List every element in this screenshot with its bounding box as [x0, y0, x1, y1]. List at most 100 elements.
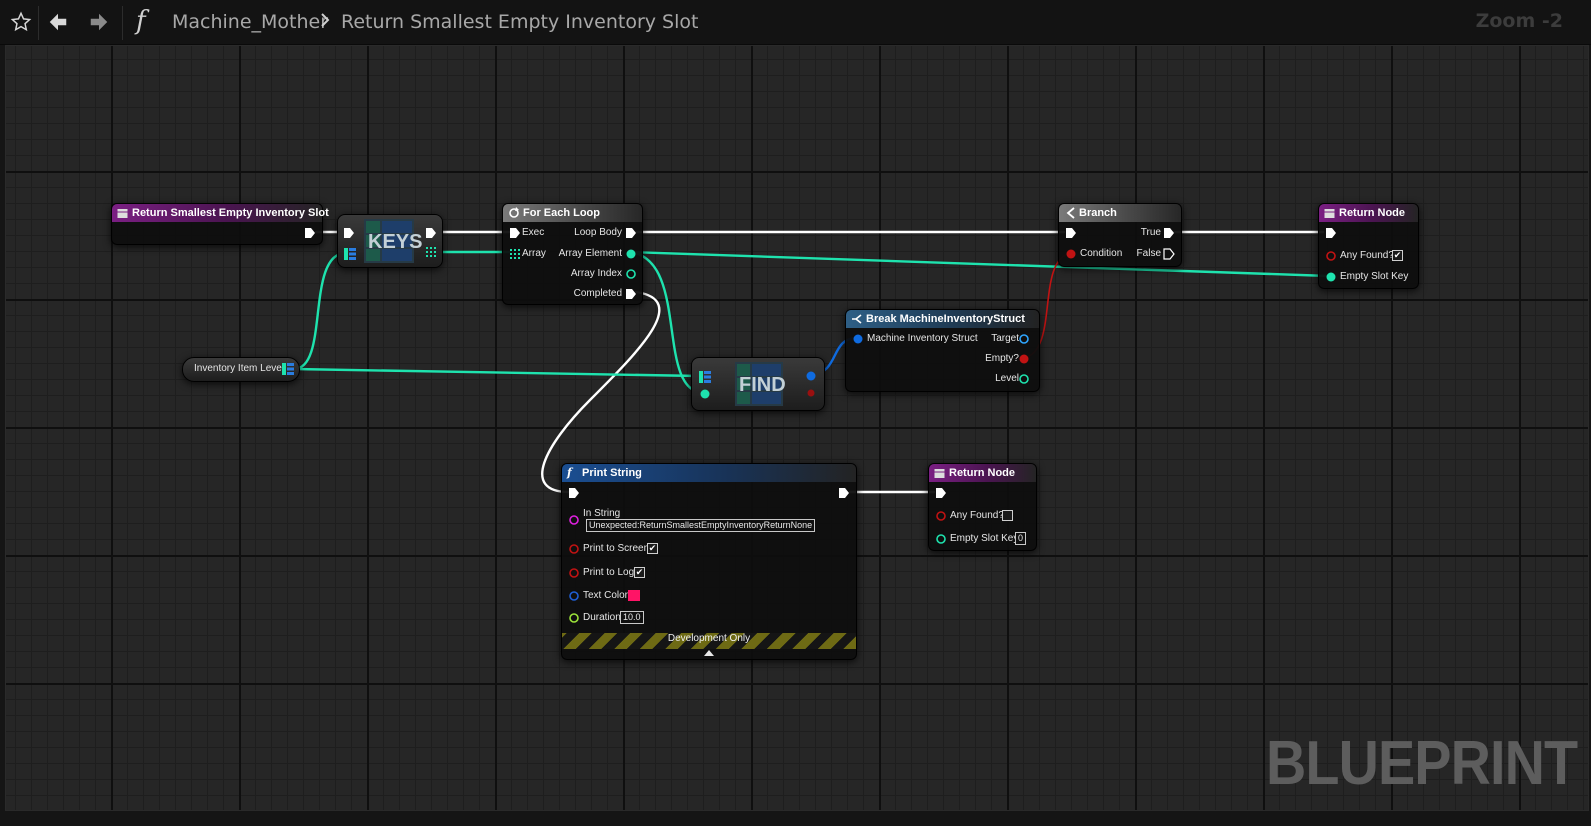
exec-in-pin-icon[interactable] — [343, 227, 355, 239]
bool-in-pin-icon[interactable] — [935, 510, 947, 522]
print-to-log-label: Print to Log — [583, 567, 635, 578]
duration-textbox[interactable]: 10.0 — [620, 611, 644, 624]
function-node-icon — [934, 467, 945, 485]
duration-label: Duration — [583, 612, 621, 623]
function-icon: f — [567, 466, 572, 479]
empty-slot-key-textbox[interactable]: 0 — [1015, 532, 1027, 545]
function-icon: f — [136, 6, 146, 36]
return-node-title: Return Node — [1339, 207, 1405, 219]
find-title: FIND — [739, 374, 786, 396]
blueprint-watermark: BLUEPRINT — [1266, 729, 1578, 798]
in-string-textbox[interactable]: Unexpected:ReturnSmallestEmptyInventoryR… — [586, 519, 816, 532]
break-struct-header: Break MachineInventoryStruct — [846, 310, 1039, 328]
bool-in-pin-icon[interactable] — [568, 543, 580, 555]
toolbar: f Machine_Mother Return Smallest Empty I… — [0, 0, 1591, 45]
function-entry-node[interactable]: Return Smallest Empty Inventory Slot — [111, 203, 329, 245]
bool-in-pin-icon[interactable] — [1065, 248, 1077, 260]
break-struct-node[interactable]: Break MachineInventoryStruct Machine Inv… — [845, 309, 1040, 392]
exec-label: Exec — [522, 227, 545, 238]
in-string-label: In String — [583, 508, 621, 519]
for-each-loop-node[interactable]: For Each Loop Exec Array Loop Body Array… — [502, 203, 643, 305]
print-string-node[interactable]: f Print String In String Unexpected:Retu… — [561, 463, 857, 660]
find-node[interactable]: FIND — [691, 357, 825, 411]
map-out-pin-icon[interactable] — [282, 363, 294, 375]
map-in-pin-icon[interactable] — [699, 371, 711, 383]
int-out-pin-icon[interactable] — [625, 248, 637, 260]
any-found-checkbox[interactable]: ✔ — [1392, 250, 1403, 261]
exec-in-pin-icon[interactable] — [935, 487, 947, 499]
struct-in-pin-icon[interactable] — [852, 333, 864, 345]
struct-input-label: Machine Inventory Struct — [867, 333, 978, 344]
chevron-right-icon — [320, 9, 332, 36]
true-label: True — [1140, 227, 1161, 238]
for-each-loop-header: For Each Loop — [503, 204, 642, 222]
any-found-label: Any Found? — [1340, 250, 1394, 261]
exec-in-pin-icon[interactable] — [509, 227, 521, 239]
print-to-screen-checkbox[interactable]: ✔ — [647, 543, 658, 554]
keys-node[interactable]: KEYS — [337, 214, 443, 268]
exec-out-pin-icon[interactable] — [838, 487, 850, 499]
star-icon[interactable] — [5, 6, 37, 38]
int-in-pin-icon[interactable] — [935, 533, 947, 545]
int-in-pin-icon[interactable] — [699, 388, 711, 400]
branch-icon — [1064, 207, 1076, 225]
exec-out-pin-icon[interactable] — [1163, 248, 1175, 260]
struct-out-pin-icon[interactable] — [805, 370, 817, 382]
exec-in-pin-icon[interactable] — [1325, 227, 1337, 239]
print-to-log-checkbox[interactable]: ✔ — [634, 567, 645, 578]
color-in-pin-icon[interactable] — [568, 590, 580, 602]
any-found-label: Any Found? — [950, 510, 1004, 521]
function-node-icon — [1324, 207, 1335, 225]
breadcrumb-current: Return Smallest Empty Inventory Slot — [341, 11, 699, 33]
int-in-pin-icon[interactable] — [1325, 271, 1337, 283]
return-node-top[interactable]: Return Node Any Found? ✔ Empty Slot Key — [1318, 203, 1419, 289]
exec-out-pin-icon[interactable] — [625, 288, 637, 300]
bool-out-pin-icon[interactable] — [805, 387, 817, 399]
collapse-arrow-icon[interactable] — [704, 649, 714, 656]
bool-out-pin-icon[interactable] — [1018, 353, 1030, 365]
empty-label: Empty? — [985, 353, 1019, 364]
array-out-pin-icon[interactable] — [426, 247, 436, 257]
exec-in-pin-icon[interactable] — [1065, 227, 1077, 239]
text-color-swatch[interactable] — [628, 590, 640, 601]
target-label: Target — [991, 333, 1019, 344]
any-found-checkbox[interactable] — [1002, 510, 1013, 521]
exec-out-pin-icon[interactable] — [425, 227, 437, 239]
bool-in-pin-icon[interactable] — [1325, 250, 1337, 262]
exec-in-pin-icon[interactable] — [568, 487, 580, 499]
back-arrow-icon[interactable] — [42, 6, 74, 38]
map-in-pin-icon[interactable] — [344, 248, 356, 260]
empty-slot-key-label: Empty Slot Key — [1340, 271, 1409, 282]
return-node-header: Return Node — [1319, 204, 1418, 222]
bool-in-pin-icon[interactable] — [568, 567, 580, 579]
print-string-title: Print String — [582, 467, 642, 479]
condition-label: Condition — [1080, 248, 1123, 259]
variable-label: Inventory Item Level — [194, 363, 285, 374]
exec-out-pin-icon[interactable] — [1163, 227, 1175, 239]
level-label: Level — [995, 373, 1019, 384]
branch-node[interactable]: Branch Condition True False — [1058, 203, 1182, 267]
breadcrumb-parent[interactable]: Machine_Mother — [172, 11, 328, 33]
false-label: False — [1136, 248, 1161, 259]
loop-icon — [508, 207, 520, 225]
completed-label: Completed — [573, 288, 622, 299]
exec-out-pin-icon[interactable] — [304, 227, 316, 239]
float-in-pin-icon[interactable] — [568, 612, 580, 624]
zoom-level: Zoom -2 — [1475, 10, 1563, 32]
forward-arrow-icon[interactable] — [83, 6, 115, 38]
string-in-pin-icon[interactable] — [568, 514, 580, 526]
int-out-pin-icon[interactable] — [1018, 373, 1030, 385]
graph-canvas[interactable] — [5, 45, 1589, 811]
text-color-label: Text Color — [583, 590, 629, 601]
for-each-loop-title: For Each Loop — [523, 207, 600, 219]
print-string-header: f Print String — [562, 464, 856, 482]
array-element-label: Array Element — [558, 248, 622, 259]
object-out-pin-icon[interactable] — [1018, 333, 1030, 345]
return-node-bottom[interactable]: Return Node Any Found? Empty Slot Key 0 — [928, 463, 1037, 551]
int-out-pin-icon[interactable] — [625, 268, 637, 280]
array-index-label: Array Index — [570, 268, 622, 279]
toolbar-separator — [38, 6, 39, 40]
exec-out-pin-icon[interactable] — [625, 227, 637, 239]
array-in-pin-icon[interactable] — [510, 249, 520, 259]
inventory-item-level-variable[interactable]: Inventory Item Level — [182, 357, 300, 382]
